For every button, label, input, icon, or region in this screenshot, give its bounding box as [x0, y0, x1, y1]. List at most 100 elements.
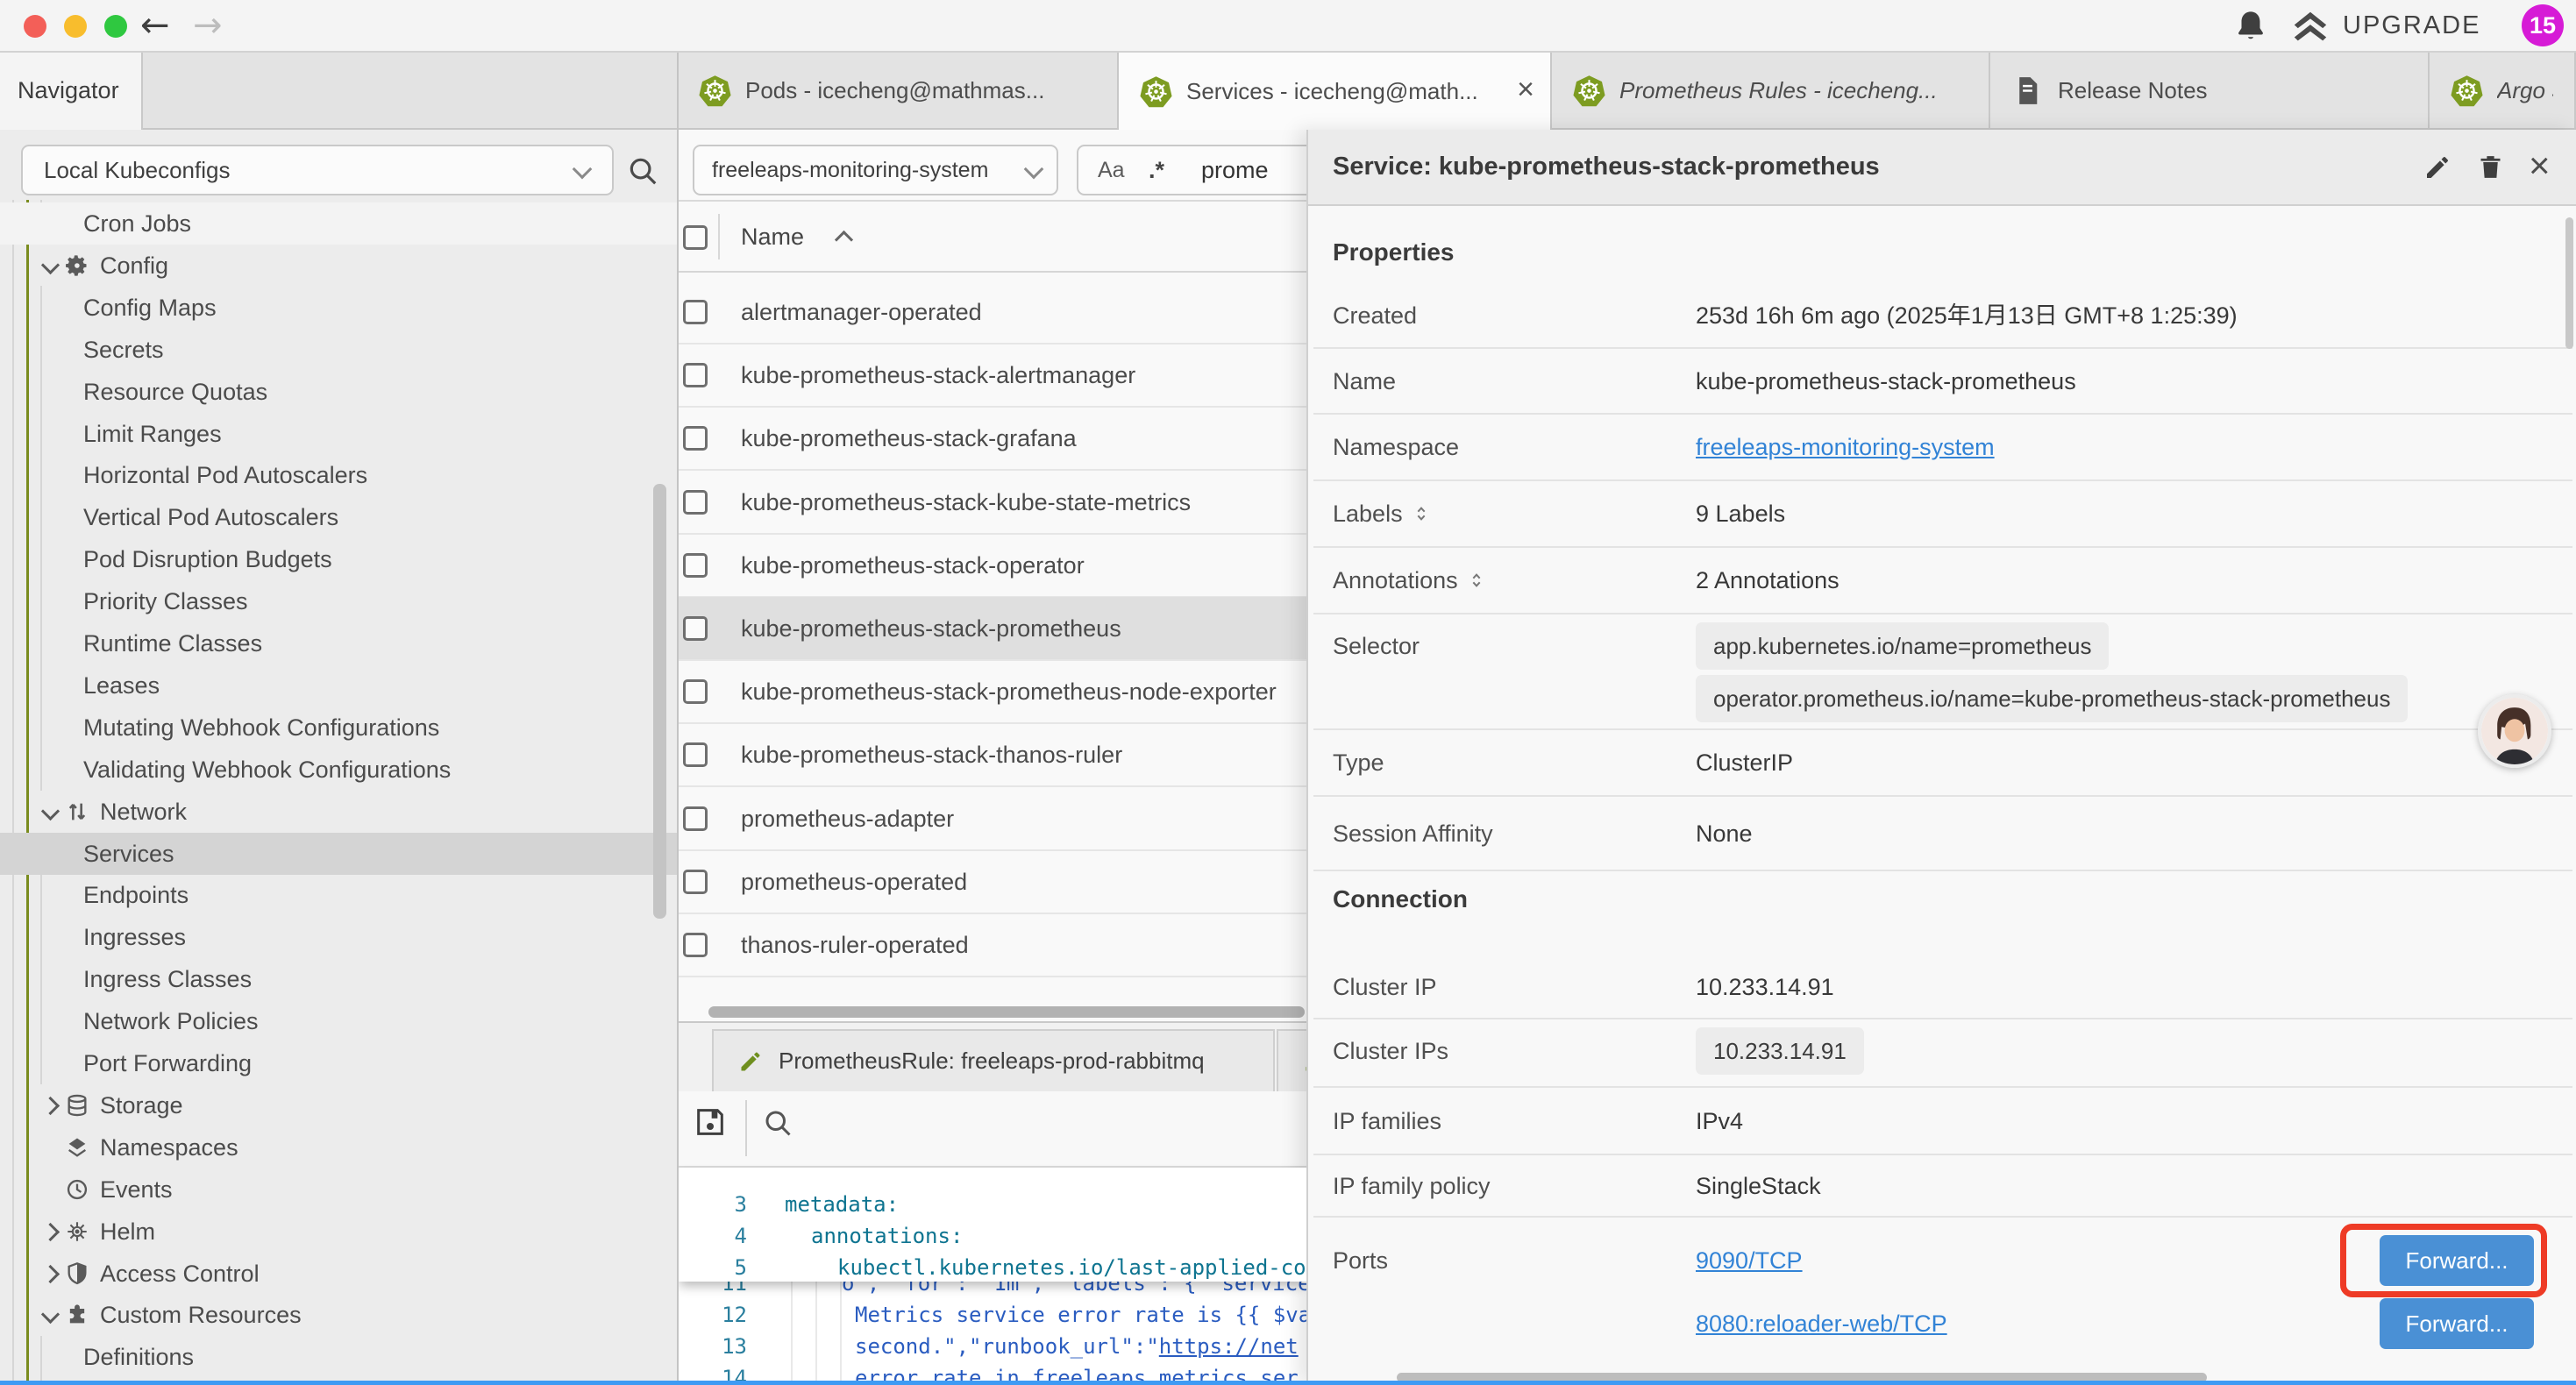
sidebar-item-storage[interactable]: Storage [0, 1084, 678, 1126]
search-input[interactable]: Aa .* prome [1077, 145, 1306, 195]
sidebar-item-network-policies[interactable]: Network Policies [0, 1000, 678, 1042]
close-window-button[interactable] [24, 15, 46, 38]
list-row-thanos-ruler-operated[interactable]: thanos-ruler-operated [678, 913, 1306, 977]
sidebar-item-ingress-classes[interactable]: Ingress Classes [0, 958, 678, 1000]
row-checkbox[interactable] [683, 742, 708, 767]
sidebar-item-resource-quotas[interactable]: Resource Quotas [0, 371, 678, 413]
sidebar-item-config-maps[interactable]: Config Maps [0, 287, 678, 329]
row-checkbox[interactable] [683, 806, 708, 831]
forward-button[interactable]: Forward... [2380, 1235, 2534, 1286]
notification-count-badge[interactable]: 15 [2522, 4, 2564, 46]
sidebar-item-port-forwarding[interactable]: Port Forwarding [0, 1042, 678, 1084]
row-checkbox[interactable] [683, 553, 708, 578]
sidebar-item-helm[interactable]: Helm [0, 1211, 678, 1253]
row-checkbox[interactable] [683, 933, 708, 957]
row-checkbox[interactable] [683, 490, 708, 515]
row-checkbox[interactable] [683, 426, 708, 451]
sidebar-item-definitions[interactable]: Definitions [0, 1336, 678, 1378]
sidebar-item-namespaces[interactable]: Namespaces [0, 1126, 678, 1168]
row-checkbox[interactable] [683, 870, 708, 894]
namespace-filter-dropdown[interactable]: freeleaps-monitoring-system [693, 145, 1058, 195]
port-link-9090-tcp[interactable]: 9090/TCP [1696, 1245, 1803, 1276]
avatar[interactable] [2478, 694, 2551, 768]
close-tab-icon[interactable]: × [1517, 53, 1534, 128]
list-row-kube-prometheus-stack-operator[interactable]: kube-prometheus-stack-operator [678, 534, 1306, 597]
sidebar-scrollbar[interactable] [653, 484, 666, 919]
tab-navigator[interactable]: Navigator [0, 53, 143, 130]
back-button[interactable]: ← [140, 0, 170, 53]
tab-release-notes[interactable]: Release Notes [1990, 53, 2430, 128]
chevron-right-icon[interactable] [41, 1222, 60, 1240]
chevron-down-icon[interactable] [41, 1305, 60, 1324]
sidebar-item-endpoints[interactable]: Endpoints [0, 874, 678, 916]
sidebar-item-cron-jobs[interactable]: Cron Jobs [0, 202, 678, 245]
sidebar-item-ingresses[interactable]: Ingresses [0, 916, 678, 958]
sidebar-item-secrets[interactable]: Secrets [0, 329, 678, 371]
sidebar-item-custom-resources[interactable]: Custom Resources [0, 1294, 678, 1336]
list-row-alertmanager-operated[interactable]: alertmanager-operated [678, 281, 1306, 344]
match-case-toggle[interactable]: Aa [1098, 146, 1125, 194]
drawer-scrollbar[interactable] [2565, 217, 2573, 349]
chevron-right-icon[interactable] [41, 1097, 60, 1115]
sidebar-item-config[interactable]: Config [0, 245, 678, 287]
sidebar-item-leases[interactable]: Leases [0, 664, 678, 707]
save-icon[interactable] [693, 1104, 728, 1140]
sidebar-item-services[interactable]: Services [0, 833, 678, 875]
column-header-name[interactable]: Name [741, 202, 804, 272]
sidebar-item-validating-webhook-configurations[interactable]: Validating Webhook Configurations [0, 749, 678, 791]
select-all-checkbox[interactable] [683, 225, 708, 250]
list-row-kube-prometheus-stack-alertmanager[interactable]: kube-prometheus-stack-alertmanager [678, 344, 1306, 407]
forward-button[interactable]: → [193, 0, 223, 53]
list-row-prometheus-adapter[interactable]: prometheus-adapter [678, 787, 1306, 850]
bell-icon[interactable] [2232, 8, 2269, 45]
close-icon[interactable]: × [2529, 130, 2551, 202]
port-link-8080-reloader-web-tcp[interactable]: 8080:reloader-web/TCP [1696, 1308, 1947, 1339]
edit-icon[interactable] [2423, 153, 2451, 181]
minimize-window-button[interactable] [64, 15, 87, 38]
trash-icon[interactable] [2476, 153, 2505, 181]
regex-toggle[interactable]: .* [1149, 146, 1164, 194]
sort-icon[interactable] [1467, 571, 1486, 590]
sidebar-item-access-control[interactable]: Access Control [0, 1253, 678, 1295]
list-row-kube-prometheus-stack-thanos-ruler[interactable]: kube-prometheus-stack-thanos-ruler [678, 723, 1306, 786]
row-checkbox[interactable] [683, 363, 708, 387]
list-row-prometheus-operated[interactable]: prometheus-operated [678, 850, 1306, 913]
maximize-window-button[interactable] [104, 15, 127, 38]
editor-tab-prometheusrule[interactable]: PrometheusRule: freeleaps-prod-rabbitmq [712, 1029, 1275, 1093]
sidebar-item-limit-ranges[interactable]: Limit Ranges [0, 413, 678, 455]
property-value-namespace[interactable]: freeleaps-monitoring-system [1696, 431, 1995, 463]
forward-button[interactable]: Forward... [2380, 1298, 2534, 1349]
sort-icon[interactable] [1412, 504, 1431, 523]
kubeconfig-dropdown[interactable]: Local Kubeconfigs [21, 145, 614, 195]
chevron-down-icon[interactable] [41, 801, 60, 820]
search-icon[interactable] [762, 1107, 793, 1139]
list-row-kube-prometheus-stack-kube-state-metrics[interactable]: kube-prometheus-stack-kube-state-metrics [678, 471, 1306, 534]
row-checkbox[interactable] [683, 616, 708, 641]
sidebar-item-runtime-classes[interactable]: Runtime Classes [0, 622, 678, 664]
sidebar-item-events[interactable]: Events [0, 1168, 678, 1211]
list-row-kube-prometheus-stack-prometheus[interactable]: kube-prometheus-stack-prometheus [678, 597, 1306, 660]
editor-tab-partial[interactable] [1277, 1029, 1306, 1093]
horizontal-scrollbar[interactable] [708, 1006, 1305, 1018]
list-row-kube-prometheus-stack-prometheus-node-exporter[interactable]: kube-prometheus-stack-prometheus-node-ex… [678, 660, 1306, 723]
tab-services-icecheng-math[interactable]: Services - icecheng@math...× [1119, 53, 1552, 130]
chevron-down-icon[interactable] [41, 256, 60, 274]
sidebar-item-horizontal-pod-autoscalers[interactable]: Horizontal Pod Autoscalers [0, 454, 678, 496]
search-icon[interactable] [626, 154, 659, 188]
sidebar-item-vertical-pod-autoscalers[interactable]: Vertical Pod Autoscalers [0, 496, 678, 538]
sidebar-item-network[interactable]: Network [0, 791, 678, 833]
sidebar-item-pod-disruption-budgets[interactable]: Pod Disruption Budgets [0, 538, 678, 580]
row-checkbox[interactable] [683, 300, 708, 324]
tab-argo-se[interactable]: Argo Se [2430, 53, 2576, 128]
row-checkbox[interactable] [683, 679, 708, 704]
sidebar-item-priority-classes[interactable]: Priority Classes [0, 580, 678, 622]
tab-prometheus-rules-icecheng[interactable]: Prometheus Rules - icecheng... [1552, 53, 1990, 128]
chevron-right-icon[interactable] [41, 1264, 60, 1282]
yaml-editor[interactable]: 11o", "for": "1m", "labels": { "service"… [678, 1166, 1306, 1385]
upgrade-button[interactable]: UPGRADE [2343, 0, 2480, 51]
panel-splitter[interactable] [677, 53, 679, 1385]
tab-pods-icecheng-mathmas[interactable]: Pods - icecheng@mathmas... [678, 53, 1119, 128]
sidebar-item-mutating-webhook-configurations[interactable]: Mutating Webhook Configurations [0, 707, 678, 749]
list-row-kube-prometheus-stack-grafana[interactable]: kube-prometheus-stack-grafana [678, 407, 1306, 470]
value-chip: app.kubernetes.io/name=prometheus [1696, 622, 2109, 670]
